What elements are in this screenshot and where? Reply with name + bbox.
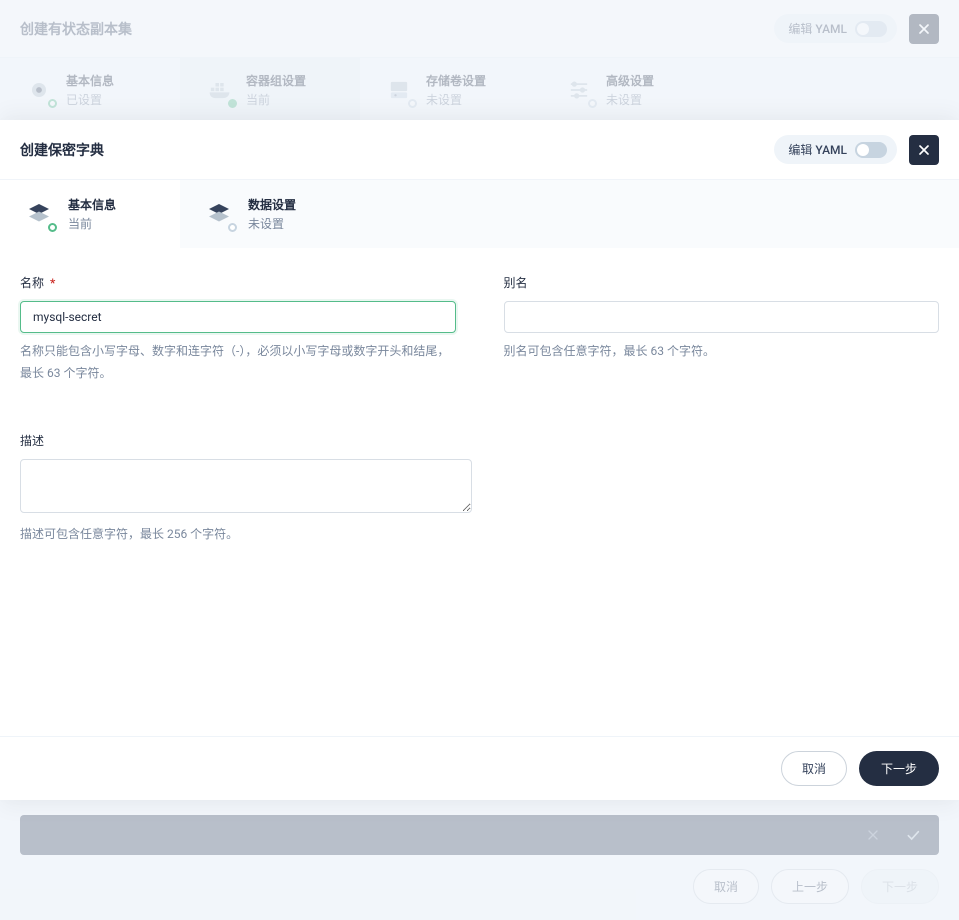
alias-label: 别名 bbox=[504, 274, 528, 291]
create-secret-modal: 创建保密字典 编辑 YAML 基本信息 当前 bbox=[0, 120, 959, 800]
toggle-switch-icon bbox=[855, 142, 887, 158]
layers-icon bbox=[24, 199, 54, 229]
alias-input[interactable] bbox=[504, 301, 940, 333]
desc-label: 描述 bbox=[20, 432, 44, 449]
fg-tab-status: 未设置 bbox=[248, 215, 296, 232]
fg-tab-label: 基本信息 bbox=[68, 196, 116, 213]
name-help-text: 名称只能包含小写字母、数字和连字符（-），必须以小写字母或数字开头和结尾，最长 … bbox=[20, 341, 456, 384]
fg-edit-yaml-label: 编辑 YAML bbox=[788, 141, 847, 158]
description-textarea[interactable] bbox=[20, 459, 472, 513]
field-name: 名称 * 名称只能包含小写字母、数字和连字符（-），必须以小写字母或数字开头和结… bbox=[20, 274, 456, 384]
alias-help-text: 别名可包含任意字符，最长 63 个字符。 bbox=[504, 341, 940, 363]
field-description: 描述 描述可包含任意字符，最长 256 个字符。 bbox=[20, 432, 472, 546]
close-icon bbox=[916, 142, 932, 158]
desc-help-text: 描述可包含任意字符，最长 256 个字符。 bbox=[20, 524, 472, 546]
fg-tab-status: 当前 bbox=[68, 215, 116, 232]
fg-cancel-button[interactable]: 取消 bbox=[781, 751, 847, 786]
fg-tab-data-settings[interactable]: 数据设置 未设置 bbox=[180, 180, 360, 248]
fg-next-button[interactable]: 下一步 bbox=[859, 751, 939, 786]
fg-edit-yaml-toggle[interactable]: 编辑 YAML bbox=[774, 135, 897, 164]
fg-close-button[interactable] bbox=[909, 135, 939, 165]
fg-modal-title: 创建保密字典 bbox=[20, 140, 104, 160]
layers-icon bbox=[204, 199, 234, 229]
field-alias: 别名 别名可包含任意字符，最长 63 个字符。 bbox=[504, 274, 940, 384]
fg-tab-basic-info[interactable]: 基本信息 当前 bbox=[0, 180, 180, 248]
name-label: 名称 bbox=[20, 274, 44, 291]
fg-tab-label: 数据设置 bbox=[248, 196, 296, 213]
name-input[interactable] bbox=[20, 301, 456, 333]
required-indicator: * bbox=[50, 276, 55, 290]
